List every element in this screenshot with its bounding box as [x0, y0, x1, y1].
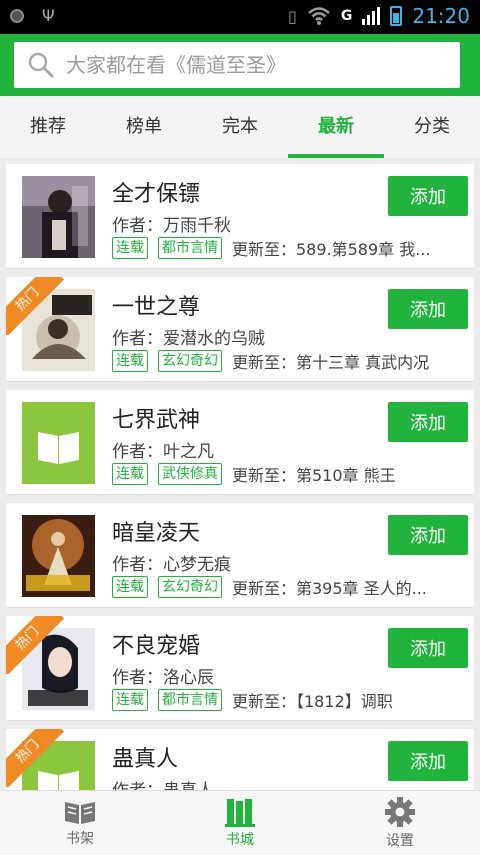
book-placeholder-icon [22, 402, 95, 484]
nav-label: 书城 [226, 832, 254, 848]
book-list: 全才保镖 作者：万雨千秋 连载 都市言情 更新至：589.第589章 我... … [6, 164, 474, 790]
genre-tag: 玄幻奇幻 [158, 350, 222, 372]
hot-badge: 热门 [6, 729, 64, 787]
nav-bookshelf[interactable]: 书架 [0, 791, 160, 855]
hot-badge-label: 热门 [6, 277, 64, 335]
status-tag: 连载 [112, 237, 148, 259]
app-header [0, 34, 480, 96]
book-card[interactable]: 热门 不良宠婚 作者：洛心辰 连载 都市言情 更新至：【1812】调职 添加 [6, 616, 474, 720]
book-meta: 连载 都市言情 更新至：589.第589章 我... [112, 236, 431, 260]
book-title: 一世之尊 [112, 295, 201, 320]
nav-label: 设置 [386, 833, 414, 849]
status-tag: 连载 [112, 463, 148, 485]
book-update: 更新至：第395章 圣人的... [232, 579, 427, 598]
vibrate-icon: ▯ [288, 6, 297, 26]
book-card[interactable]: 热门 一世之尊 作者：爱潜水的乌贼 连载 玄幻奇幻 更新至：第十三章 真武内况 … [6, 277, 474, 381]
add-button[interactable]: 添加 [388, 628, 468, 668]
genre-tag: 武侠修真 [158, 463, 222, 485]
book-card[interactable]: 暗皇凌天 作者：心梦无痕 连载 玄幻奇幻 更新至：第395章 圣人的... 添加 [6, 503, 474, 607]
book-update: 更新至：589.第589章 我... [232, 240, 431, 259]
add-button[interactable]: 添加 [388, 176, 468, 216]
tab-categories[interactable]: 分类 [384, 96, 480, 158]
book-cover-placeholder [22, 402, 95, 484]
book-author: 作者：心梦无痕 [112, 555, 231, 575]
network-type: G [340, 8, 353, 24]
status-tag: 连载 [112, 689, 148, 711]
book-author: 作者：爱潜水的乌贼 [112, 329, 265, 349]
bookshelf-icon [225, 799, 255, 827]
tab-rankings[interactable]: 榜单 [96, 96, 192, 158]
clock: 21:20 [412, 4, 470, 28]
book-update: 更新至：【1812】调职 [232, 692, 393, 711]
book-title: 不良宠婚 [112, 634, 201, 659]
status-tag: 连载 [112, 576, 148, 598]
battery-icon [390, 6, 403, 26]
book-author: 作者：蛊真人 [112, 776, 214, 790]
search-input[interactable] [64, 52, 460, 78]
book-meta: 连载 都市言情 更新至：【1812】调职 [112, 688, 393, 712]
status-bar: Ψ ▯ G 21:20 [0, 0, 480, 34]
book-update: 更新至：第510章 熊王 [232, 466, 396, 485]
book-meta: 连载 武侠修真 更新至：第510章 熊王 [112, 462, 396, 486]
book-title: 全才保镖 [112, 182, 201, 207]
book-author: 作者：万雨千秋 [112, 216, 231, 236]
tab-completed[interactable]: 完本 [192, 96, 288, 158]
book-cover [22, 176, 95, 258]
bottom-nav: 书架 书城 设置 [0, 790, 480, 855]
genre-tag: 玄幻奇幻 [158, 576, 222, 598]
wifi-icon [308, 7, 330, 25]
hot-badge: 热门 [6, 277, 64, 335]
nav-bookstore[interactable]: 书城 [160, 791, 320, 855]
book-meta: 连载 玄幻奇幻 更新至：第395章 圣人的... [112, 575, 427, 599]
book-title: 蛊真人 [112, 747, 179, 772]
search-box[interactable] [14, 42, 460, 88]
genre-tag: 都市言情 [158, 237, 222, 259]
gear-icon [385, 797, 415, 827]
usb-icon: Ψ [42, 6, 55, 25]
hot-badge-label: 热门 [6, 729, 64, 787]
status-tag: 连载 [112, 350, 148, 372]
book-title: 暗皇凌天 [112, 521, 201, 546]
category-tabs: 推荐 榜单 完本 最新 分类 [0, 96, 480, 158]
notification-icon [10, 8, 24, 23]
add-button[interactable]: 添加 [388, 289, 468, 329]
book-card[interactable]: 热门 蛊真人 作者：蛊真人 添加 [6, 729, 474, 790]
book-card[interactable]: 全才保镖 作者：万雨千秋 连载 都市言情 更新至：589.第589章 我... … [6, 164, 474, 268]
genre-tag: 都市言情 [158, 689, 222, 711]
book-title: 七界武神 [112, 408, 201, 433]
signal-icon [362, 7, 381, 25]
nav-settings[interactable]: 设置 [320, 791, 480, 855]
book-update: 更新至：第十三章 真武内况 [232, 353, 430, 372]
hot-badge: 热门 [6, 616, 64, 674]
tab-latest[interactable]: 最新 [288, 96, 384, 158]
book-open-icon [65, 802, 95, 824]
book-cover [22, 515, 95, 597]
nav-label: 书架 [66, 831, 94, 847]
hot-badge-label: 热门 [6, 616, 64, 674]
tab-recommend[interactable]: 推荐 [0, 96, 96, 158]
book-author: 作者：叶之凡 [112, 442, 214, 462]
add-button[interactable]: 添加 [388, 402, 468, 442]
add-button[interactable]: 添加 [388, 515, 468, 555]
book-meta: 连载 玄幻奇幻 更新至：第十三章 真武内况 [112, 349, 429, 373]
add-button[interactable]: 添加 [388, 741, 468, 781]
book-card[interactable]: 七界武神 作者：叶之凡 连载 武侠修真 更新至：第510章 熊王 添加 [6, 390, 474, 494]
book-author: 作者：洛心辰 [112, 668, 214, 688]
search-icon [28, 52, 54, 78]
